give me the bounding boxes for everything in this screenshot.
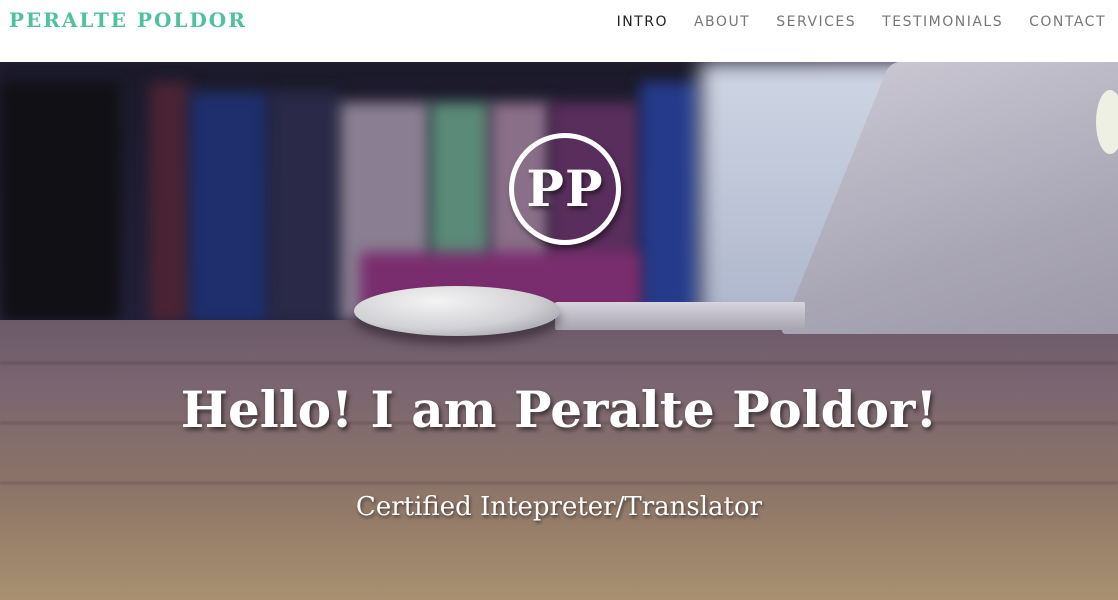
- nav-item-intro: INTRO: [617, 11, 668, 30]
- hero-subheadline: Certified Intepreter/Translator: [355, 492, 763, 522]
- navbar: PERALTE POLDOR INTRO ABOUT SERVICES TEST…: [0, 0, 1118, 62]
- nav-link-intro[interactable]: INTRO: [617, 14, 668, 30]
- hero-bg-book: [150, 82, 190, 322]
- hero-section: PP Hello! I am Peralte Poldor! Certified…: [0, 62, 1118, 600]
- main-nav: INTRO ABOUT SERVICES TESTIMONIALS CONTAC…: [617, 11, 1106, 30]
- nav-item-about: ABOUT: [694, 11, 750, 30]
- hero-headline: Hello! I am Peralte Poldor!: [180, 380, 938, 439]
- hero-bg-laptop-base: [555, 302, 805, 330]
- hero-bg-mouse: [354, 286, 560, 336]
- hero-bg-laptop-logo: [1096, 90, 1118, 154]
- nav-link-contact[interactable]: CONTACT: [1029, 14, 1106, 30]
- logo-initials: PP: [526, 159, 604, 218]
- hero-bg-book: [0, 82, 120, 322]
- nav-item-services: SERVICES: [776, 11, 856, 30]
- nav-link-testimonials[interactable]: TESTIMONIALS: [882, 14, 1003, 30]
- nav-link-about[interactable]: ABOUT: [694, 14, 750, 30]
- brand-logo-link[interactable]: PERALTE POLDOR: [9, 8, 247, 32]
- hero-bg-desk-grain: [0, 482, 1118, 484]
- nav-item-contact: CONTACT: [1029, 11, 1106, 30]
- hero-bg-book: [190, 92, 270, 322]
- nav-link-services[interactable]: SERVICES: [776, 14, 856, 30]
- nav-item-testimonials: TESTIMONIALS: [882, 11, 1003, 30]
- logo-badge: PP: [509, 133, 621, 245]
- hero-bg-desk-grain: [0, 362, 1118, 364]
- hero-bg-book: [270, 92, 340, 322]
- hero-bg-book: [640, 82, 700, 322]
